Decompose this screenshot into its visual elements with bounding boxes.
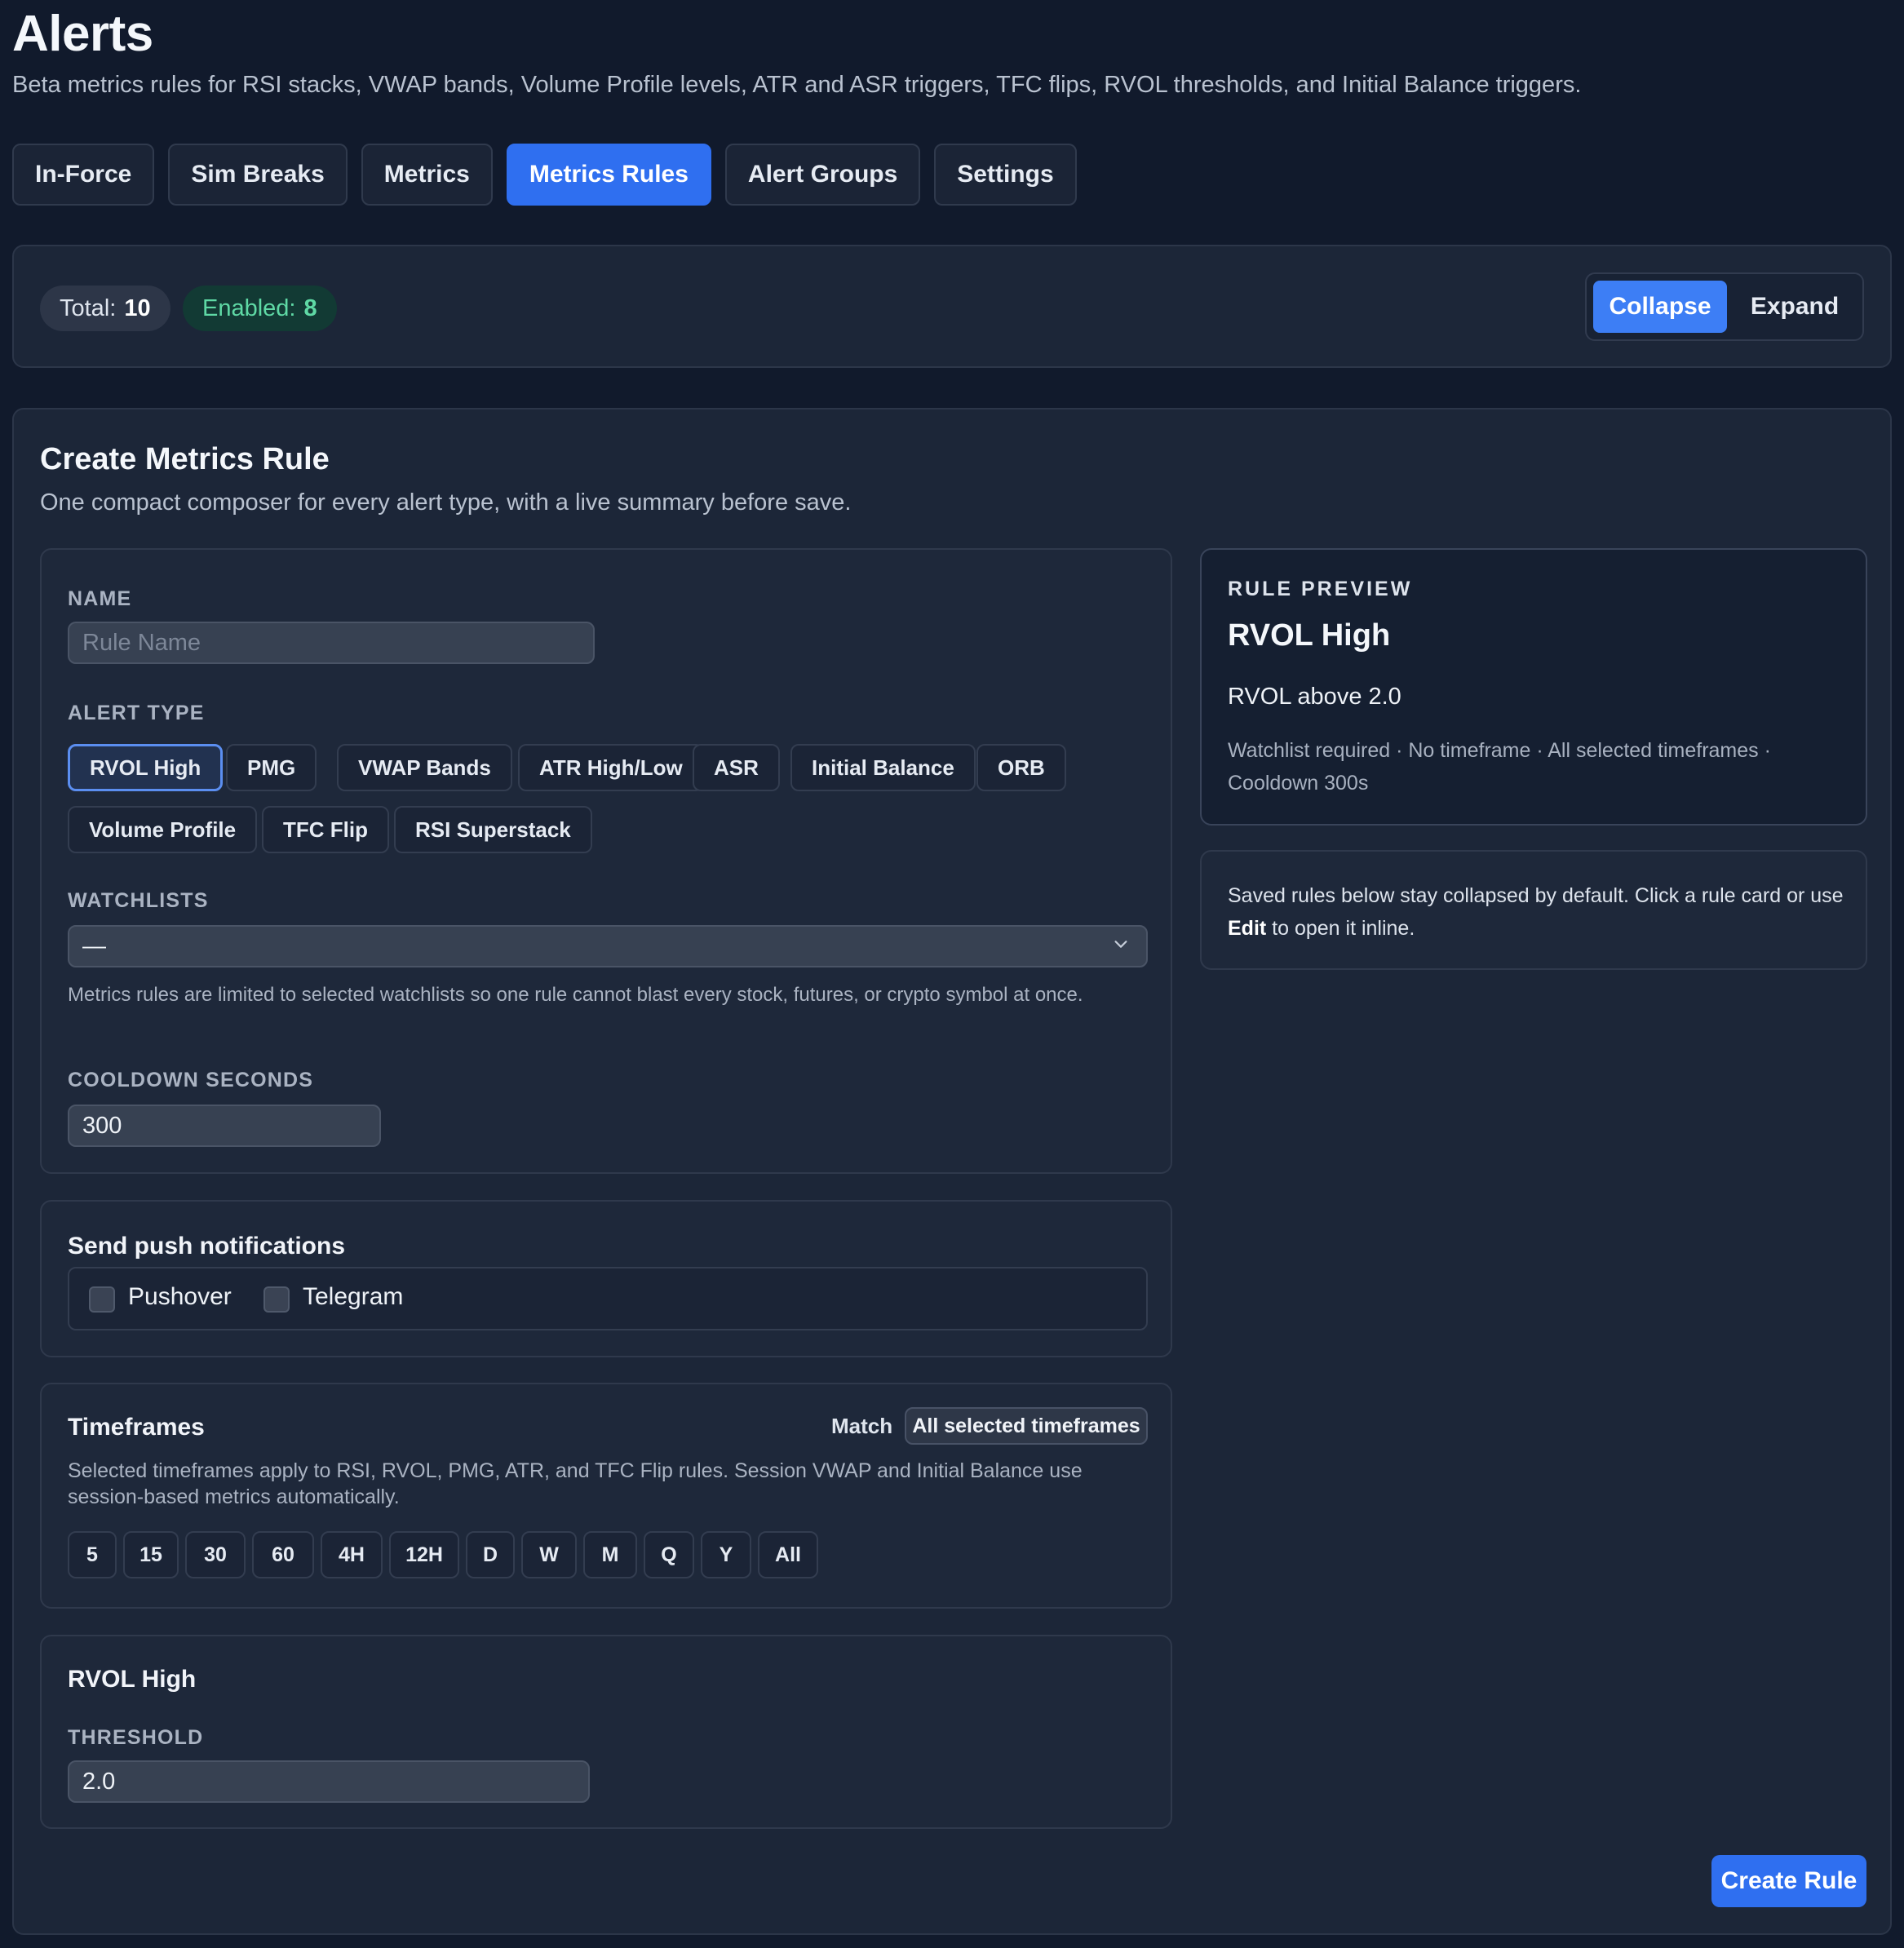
- chevron-down-icon: [1114, 941, 1127, 948]
- rvol-settings-card: RVOL High THRESHOLD: [40, 1635, 1172, 1829]
- match-mode-button[interactable]: All selected timeframes: [905, 1407, 1148, 1445]
- push-title: Send push notifications: [68, 1233, 346, 1260]
- alert-type-label: ALERT TYPE: [68, 702, 205, 724]
- pushover-checkbox[interactable]: [89, 1286, 115, 1313]
- tab-metrics[interactable]: Metrics: [361, 144, 493, 206]
- name-label: NAME: [68, 587, 132, 610]
- preview-condition: RVOL above 2.0: [1228, 684, 1401, 710]
- alert-type-initial-balance[interactable]: Initial Balance: [790, 744, 976, 791]
- rule-preview-card: RULE PREVIEW RVOL High RVOL above 2.0 Wa…: [1200, 548, 1867, 826]
- cooldown-input[interactable]: [68, 1105, 381, 1147]
- alert-type-orb[interactable]: ORB: [976, 744, 1066, 791]
- enabled-badge: Enabled: 8: [183, 286, 337, 331]
- watchlists-hint: Metrics rules are limited to selected wa…: [68, 984, 1083, 1006]
- timeframe-30[interactable]: 30: [185, 1531, 246, 1578]
- alert-type-rsi-superstack[interactable]: RSI Superstack: [394, 806, 592, 853]
- collapse-expand-toggle: Collapse Expand: [1585, 272, 1864, 341]
- watchlists-label: WATCHLISTS: [68, 889, 209, 912]
- rule-form-card: NAME ALERT TYPE RVOL High PMG VWAP Bands…: [40, 548, 1172, 1174]
- total-value: 10: [124, 294, 151, 321]
- pushover-label[interactable]: Pushover: [128, 1283, 232, 1311]
- push-notifications-card: Send push notifications Pushover Telegra…: [40, 1200, 1172, 1357]
- alert-type-volume-profile[interactable]: Volume Profile: [68, 806, 258, 853]
- note-edit: Edit: [1228, 917, 1267, 940]
- note-text-before: Saved rules below stay collapsed by defa…: [1228, 884, 1844, 907]
- create-rule-button[interactable]: Create Rule: [1711, 1855, 1866, 1907]
- tab-settings[interactable]: Settings: [934, 144, 1077, 206]
- tab-alert-groups[interactable]: Alert Groups: [724, 144, 921, 206]
- threshold-input[interactable]: [68, 1760, 590, 1803]
- timeframe-4h[interactable]: 4H: [321, 1531, 383, 1578]
- timeframe-all[interactable]: All: [758, 1531, 818, 1578]
- tab-sim-breaks[interactable]: Sim Breaks: [168, 144, 348, 206]
- timeframes-hint: Selected timeframes apply to RSI, RVOL, …: [68, 1459, 1083, 1508]
- timeframes-card: Timeframes Match All selected timeframes…: [40, 1383, 1172, 1609]
- alert-type-atr-high-low[interactable]: ATR High/Low: [518, 744, 704, 791]
- note-text-after: to open it inline.: [1266, 917, 1415, 940]
- page-title: Alerts: [12, 6, 153, 62]
- timeframe-15[interactable]: 15: [123, 1531, 179, 1578]
- tab-metrics-rules[interactable]: Metrics Rules: [506, 144, 711, 206]
- enabled-label: Enabled:: [202, 294, 296, 321]
- collapse-button[interactable]: Collapse: [1593, 281, 1727, 333]
- rvol-title: RVOL High: [68, 1666, 197, 1693]
- timeframes-title: Timeframes: [68, 1414, 205, 1441]
- timeframe-y[interactable]: Y: [701, 1531, 751, 1578]
- push-options: Pushover Telegram: [68, 1267, 1148, 1330]
- alert-type-tfc-flip[interactable]: TFC Flip: [262, 806, 389, 853]
- cooldown-label: COOLDOWN SECONDS: [68, 1069, 314, 1091]
- timeframe-60[interactable]: 60: [252, 1531, 314, 1578]
- note-text: Saved rules below stay collapsed by defa…: [1228, 879, 1848, 945]
- telegram-label[interactable]: Telegram: [303, 1283, 403, 1311]
- timeframe-q[interactable]: Q: [644, 1531, 694, 1578]
- create-rule-panel: Create Metrics Rule One compact composer…: [12, 408, 1892, 1935]
- expand-button[interactable]: Expand: [1734, 281, 1856, 333]
- watchlists-select[interactable]: —: [68, 925, 1148, 967]
- alert-type-pmg[interactable]: PMG: [226, 744, 317, 791]
- stats-bar: Total: 10 Enabled: 8 Collapse Expand: [12, 245, 1892, 368]
- tab-bar: In-Force Sim Breaks Metrics Metrics Rule…: [12, 144, 1077, 206]
- total-badge: Total: 10: [40, 286, 170, 331]
- timeframe-5[interactable]: 5: [68, 1531, 117, 1578]
- enabled-value: 8: [303, 294, 317, 321]
- page-subtitle: Beta metrics rules for RSI stacks, VWAP …: [12, 72, 1582, 98]
- match-label: Match: [831, 1414, 893, 1438]
- timeframe-w[interactable]: W: [521, 1531, 577, 1578]
- watchlists-value: —: [82, 932, 106, 959]
- timeframe-d[interactable]: D: [466, 1531, 515, 1578]
- composer-title: Create Metrics Rule: [40, 442, 330, 476]
- total-label: Total:: [60, 294, 117, 321]
- preview-title: RVOL High: [1228, 618, 1391, 653]
- preview-meta: Watchlist required · No timeframe · All …: [1228, 739, 1771, 795]
- composer-subtitle: One compact composer for every alert typ…: [40, 489, 852, 516]
- rule-name-input[interactable]: [68, 622, 595, 664]
- timeframe-12h[interactable]: 12H: [389, 1531, 459, 1578]
- threshold-label: THRESHOLD: [68, 1726, 204, 1749]
- tab-in-force[interactable]: In-Force: [12, 144, 155, 206]
- timeframe-m[interactable]: M: [583, 1531, 637, 1578]
- telegram-checkbox[interactable]: [263, 1286, 290, 1313]
- alert-type-asr[interactable]: ASR: [693, 744, 780, 791]
- saved-rules-note: Saved rules below stay collapsed by defa…: [1200, 850, 1867, 970]
- alert-type-vwap-bands[interactable]: VWAP Bands: [337, 744, 512, 791]
- alert-type-rvol-high[interactable]: RVOL High: [68, 744, 224, 791]
- preview-label: RULE PREVIEW: [1228, 578, 1413, 600]
